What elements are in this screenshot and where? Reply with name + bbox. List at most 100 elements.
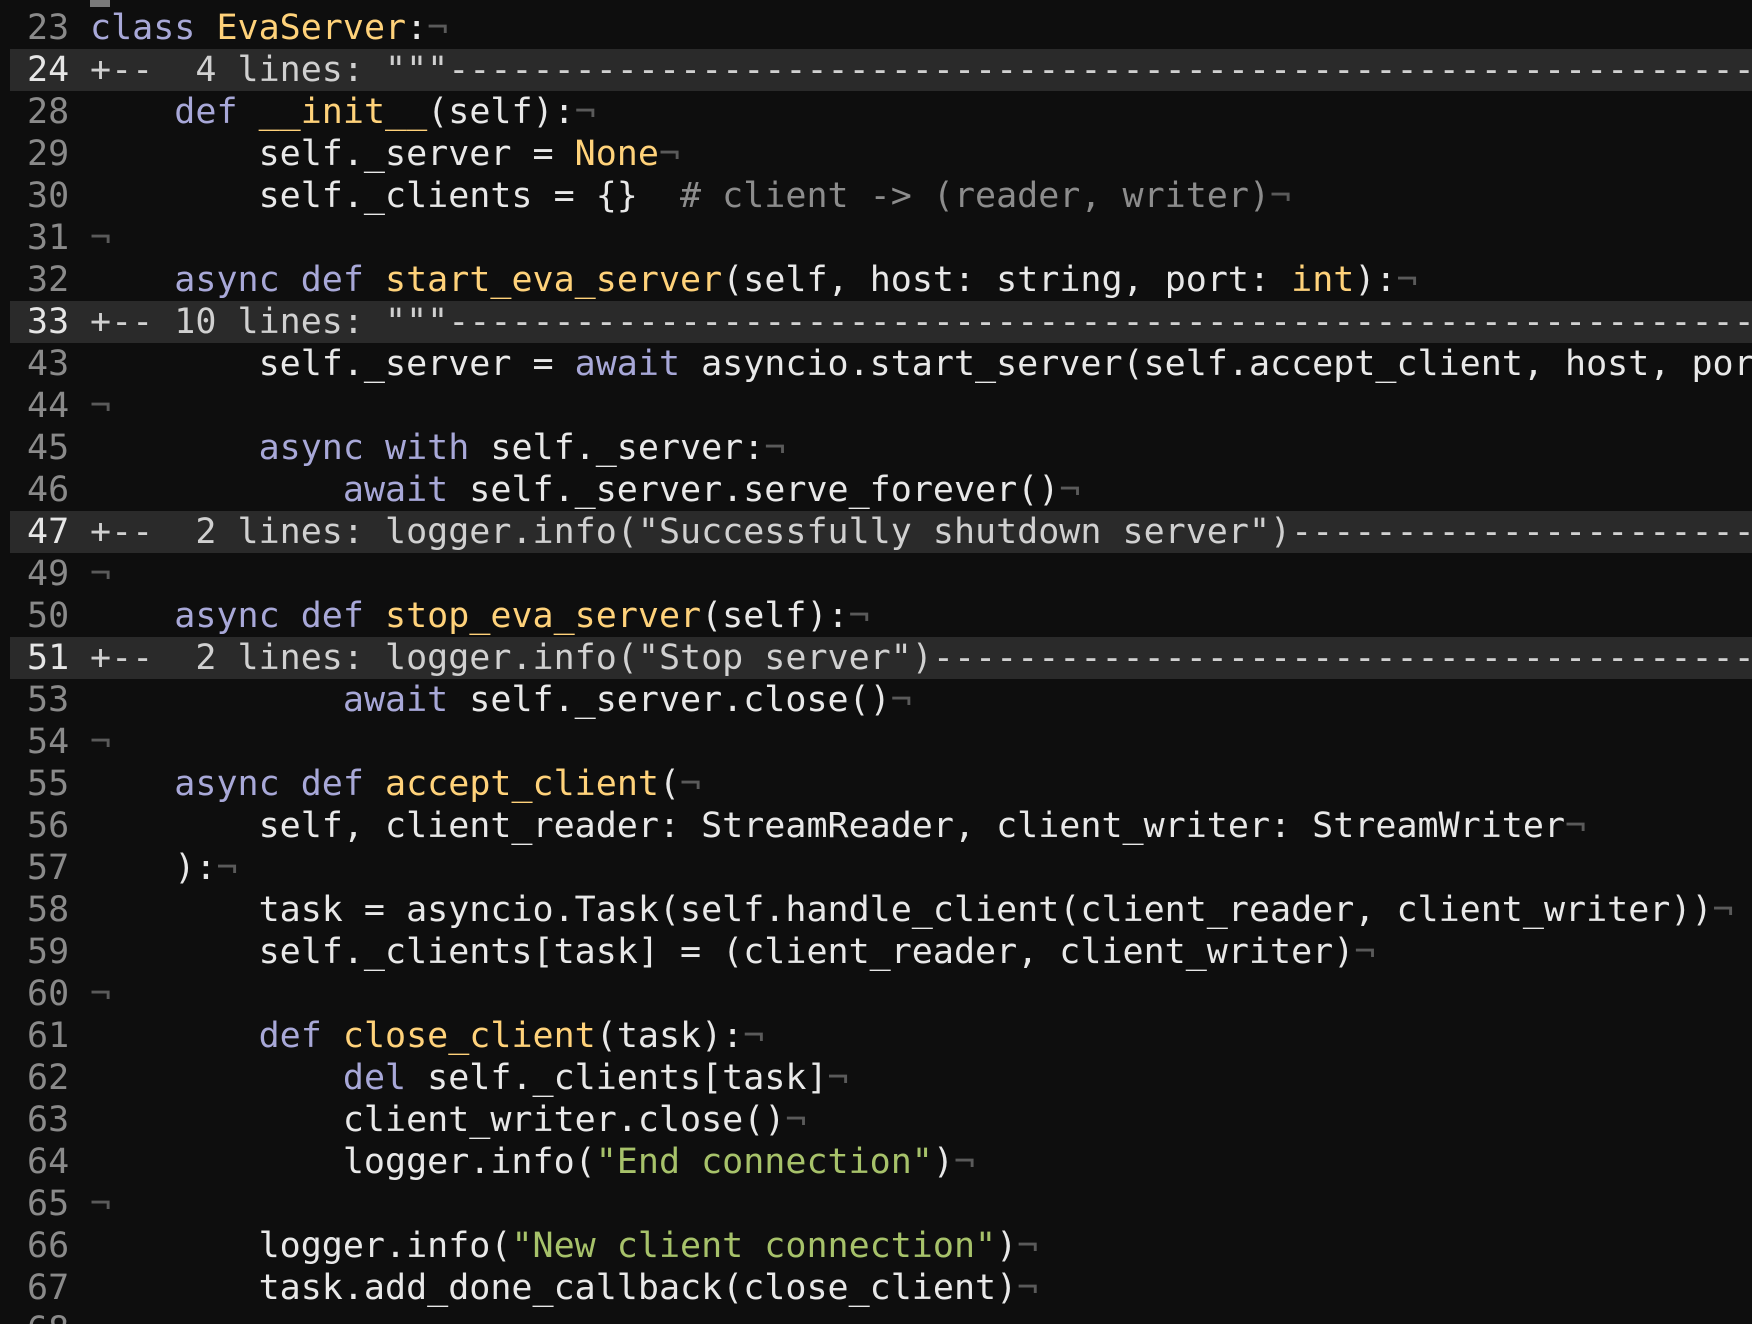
eol-marker: ¬ — [1270, 176, 1292, 216]
line-text: ¬ — [90, 385, 111, 427]
eol-marker: ¬ — [764, 428, 786, 468]
code-token: "End connection" — [595, 1142, 933, 1182]
line-text: task.add_done_callback(close_client)¬ — [90, 1267, 1039, 1309]
line-number: 53 — [27, 680, 70, 720]
code-line: 65 ¬ — [10, 1183, 1752, 1225]
line-text: def __init__(self):¬ — [90, 91, 595, 133]
code-line: 63 client_writer.close()¬ — [10, 1099, 1752, 1141]
code-token: +-- 2 lines: logger.info("Stop server")-… — [90, 638, 1752, 678]
code-line: 44 ¬ — [10, 385, 1752, 427]
code-token: def — [174, 92, 238, 132]
eol-marker: ¬ — [1565, 806, 1587, 846]
code-token: self._clients[task] — [406, 1058, 828, 1098]
code-token: (task): — [595, 1016, 744, 1056]
line-text: ):¬ — [90, 847, 238, 889]
eol-marker: ¬ — [1017, 1268, 1039, 1308]
line-text: client_writer.close()¬ — [90, 1099, 807, 1141]
eol-marker: ¬ — [953, 1142, 976, 1182]
line-text: async with self._server:¬ — [90, 427, 786, 469]
code-token: async def — [174, 260, 364, 300]
code-line: 61 def close_client(task):¬ — [10, 1015, 1752, 1057]
line-text: del self._clients[task]¬ — [90, 1057, 849, 1099]
code-line: 59 self._clients[task] = (client_reader,… — [10, 931, 1752, 973]
code-token: self._server.close() — [448, 680, 891, 720]
line-text: self._clients = {} # client -> (reader, … — [90, 175, 1292, 217]
eol-marker: ¬ — [90, 722, 112, 762]
code-line: 49 ¬ — [10, 553, 1752, 595]
line-text: ¬ — [90, 721, 111, 763]
code-line: 28 def __init__(self):¬ — [10, 91, 1752, 133]
eol-marker: ¬ — [890, 680, 912, 720]
line-number: 51 — [27, 638, 70, 678]
line-number: 60 — [27, 974, 70, 1014]
line-text: async def stop_eva_server(self):¬ — [90, 595, 869, 637]
code-token: ): — [90, 848, 217, 888]
code-token: stop_eva_server — [385, 596, 702, 636]
code-token: asyncio.start_server(self.accept_client,… — [680, 344, 1752, 384]
line-number: 23 — [27, 8, 70, 48]
code-token: async with — [258, 428, 470, 468]
code-token: : — [406, 8, 428, 48]
line-number: 33 — [27, 302, 70, 342]
eol-marker: ¬ — [658, 134, 681, 174]
line-text: await self._server.serve_forever()¬ — [90, 469, 1081, 511]
line-number: 44 — [27, 386, 70, 426]
eol-marker: ¬ — [1059, 470, 1081, 510]
code-line: 58 task = asyncio.Task(self.handle_clien… — [10, 889, 1752, 931]
code-line: 62 del self._clients[task]¬ — [10, 1057, 1752, 1099]
code-line: 23 class EvaServer:¬ — [10, 7, 1752, 49]
code-token: await — [342, 470, 449, 510]
line-text: self, client_reader: StreamReader, clien… — [90, 805, 1587, 847]
line-number: 62 — [27, 1058, 70, 1098]
fold-line[interactable]: 33 +-- 10 lines: """---------------------… — [10, 301, 1752, 343]
code-token: self, client_reader: StreamReader, clien… — [90, 806, 1566, 846]
line-number: 49 — [27, 554, 70, 594]
line-number: 30 — [27, 176, 70, 216]
code-line: 53 await self._server.close()¬ — [10, 679, 1752, 721]
line-text: ¬ — [90, 553, 111, 595]
line-number: 65 — [27, 1184, 70, 1224]
text-cursor — [90, 0, 110, 7]
line-text: self._server = None¬ — [90, 133, 680, 175]
fold-line[interactable]: 24 +-- 4 lines: """----------------------… — [10, 49, 1752, 91]
code-token: int — [1291, 260, 1355, 300]
code-token: del — [342, 1058, 407, 1098]
code-token: # client -> (reader, writer) — [680, 176, 1271, 216]
line-number: 66 — [27, 1226, 70, 1266]
eol-marker: ¬ — [90, 554, 112, 594]
code-editor[interactable]: 23 class EvaServer:¬ 24 +-- 4 lines: """---… — [10, 7, 1752, 1324]
line-number: 67 — [27, 1268, 70, 1308]
line-number: 32 — [27, 260, 70, 300]
code-token: "New client connection" — [511, 1226, 997, 1266]
line-number: 56 — [27, 806, 70, 846]
eol-marker: ¬ — [827, 1058, 849, 1098]
code-token: class — [90, 8, 196, 48]
line-text: +-- 10 lines: """-----------------------… — [90, 301, 1752, 343]
line-number: 54 — [27, 722, 70, 762]
code-token: (self, host: string, port: — [722, 260, 1292, 300]
code-line: 64 logger.info("End connection")¬ — [10, 1141, 1752, 1183]
fold-line[interactable]: 51 +-- 2 lines: logger.info("Stop server"… — [10, 637, 1752, 679]
eol-marker: ¬ — [785, 1100, 807, 1140]
code-line: 55 async def accept_client(¬ — [10, 763, 1752, 805]
code-token: accept_client — [385, 764, 659, 804]
eol-marker: ¬ — [216, 848, 238, 888]
eol-marker: ¬ — [680, 764, 702, 804]
code-line: 29 self._server = None¬ — [10, 133, 1752, 175]
line-text: +-- 2 lines: logger.info("Successfully s… — [90, 511, 1752, 553]
code-line: 67 task.add_done_callback(close_client)¬ — [10, 1267, 1752, 1309]
line-text: self._clients[task] = (client_reader, cl… — [90, 931, 1376, 973]
code-token: None — [574, 134, 659, 174]
eol-marker: ¬ — [90, 218, 112, 258]
code-token: ): — [1354, 260, 1397, 300]
code-token: def — [258, 1016, 322, 1056]
line-number: 43 — [27, 344, 70, 384]
line-number: 55 — [27, 764, 70, 804]
fold-line[interactable]: 47 +-- 2 lines: logger.info("Successfully… — [10, 511, 1752, 553]
